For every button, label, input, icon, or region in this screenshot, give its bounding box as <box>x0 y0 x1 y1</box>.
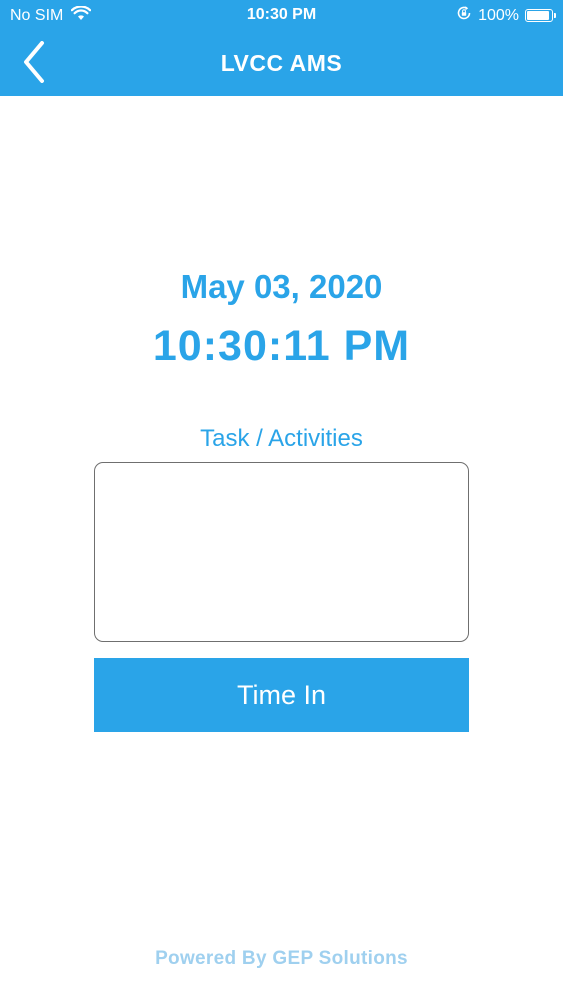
nav-bar: LVCC AMS <box>0 32 563 96</box>
orientation-lock-icon <box>456 5 472 26</box>
powered-by-footer: Powered By GEP Solutions <box>155 948 408 969</box>
current-date: May 03, 2020 <box>180 268 383 305</box>
attendance-screen: No SIM 10:30 PM 100% LVCC AMS May 03, 20… <box>0 0 563 1000</box>
page-title: LVCC AMS <box>220 50 343 76</box>
battery-percent: 100% <box>478 6 519 24</box>
current-time: 10:30:11 PM <box>152 322 411 370</box>
time-in-button[interactable]: Time In <box>94 658 469 732</box>
app-header: No SIM 10:30 PM 100% LVCC AMS <box>0 0 563 96</box>
status-right: 100% <box>456 5 556 26</box>
task-activities-input[interactable] <box>94 462 469 642</box>
battery-icon <box>525 9 556 22</box>
task-label: Task / Activities <box>200 425 363 452</box>
status-bar: No SIM 10:30 PM 100% <box>0 0 563 32</box>
